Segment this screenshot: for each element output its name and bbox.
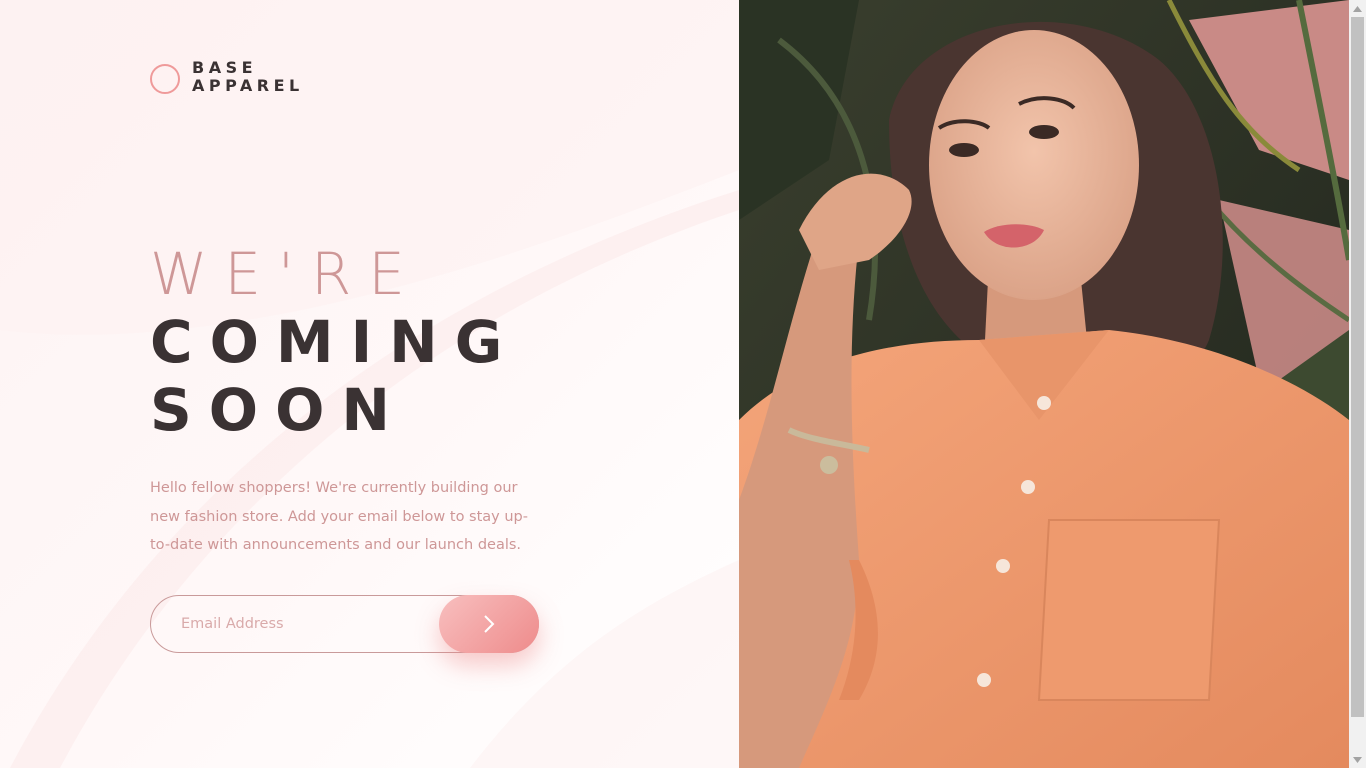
headline-line-were: WE'RE (150, 240, 422, 308)
content-pane: BASE APPAREL WE'RE COMING SOON Hello fel… (0, 0, 739, 768)
scroll-up-arrow-icon[interactable] (1349, 0, 1366, 17)
page: BASE APPAREL WE'RE COMING SOON Hello fel… (0, 0, 1366, 768)
scrollbar-thumb[interactable] (1351, 17, 1364, 717)
model-photo (739, 0, 1349, 768)
page-scrollbar[interactable] (1349, 0, 1366, 768)
page-headline: WE'RE COMING SOON (150, 240, 519, 444)
headline-line-coming: COMING (150, 308, 520, 376)
logo-line-base: BASE (192, 58, 258, 77)
logo-ring-icon (150, 64, 180, 94)
scroll-down-arrow-icon[interactable] (1349, 751, 1366, 768)
logo-wordmark: BASE APPAREL (192, 59, 304, 95)
brand-logo[interactable]: BASE APPAREL (150, 59, 304, 95)
logo-line-apparel: APPAREL (192, 76, 304, 95)
headline-line-soon: SOON (150, 376, 407, 444)
intro-text: Hello fellow shoppers! We're currently b… (150, 480, 528, 553)
email-signup-form (150, 595, 539, 653)
submit-email-button[interactable] (439, 595, 539, 653)
chevron-right-icon (484, 615, 495, 633)
hero-photo (739, 0, 1349, 768)
